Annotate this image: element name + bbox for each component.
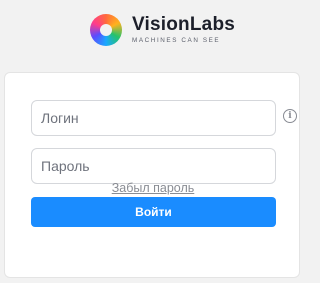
login-button[interactable]: Войти bbox=[31, 197, 276, 227]
visionlabs-logo: VisionLabs MACHINES CAN SEE bbox=[90, 10, 235, 50]
logo-text: VisionLabs MACHINES CAN SEE bbox=[132, 15, 235, 45]
password-input[interactable] bbox=[31, 148, 276, 184]
info-icon[interactable]: i bbox=[283, 109, 297, 123]
brand-name: VisionLabs bbox=[132, 14, 236, 35]
visionlabs-logo-icon bbox=[90, 14, 122, 46]
forgot-password-link[interactable]: Забыл пароль bbox=[0, 181, 306, 195]
brand-tagline: MACHINES CAN SEE bbox=[132, 37, 221, 44]
login-input[interactable] bbox=[31, 100, 276, 136]
login-card: i Войти bbox=[4, 72, 300, 278]
